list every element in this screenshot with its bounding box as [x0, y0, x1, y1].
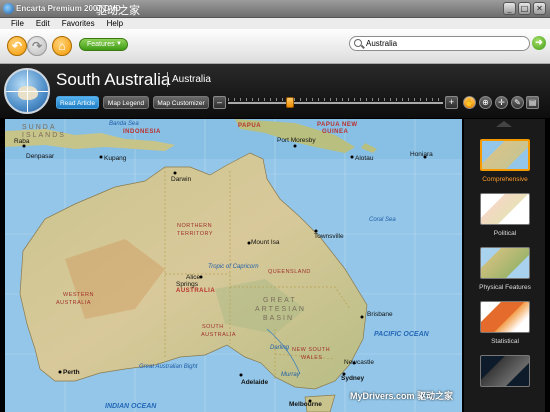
window-controls: _ □ ✕: [503, 2, 546, 15]
map-label: INDIAN OCEAN: [105, 403, 157, 410]
thumbnail: [480, 355, 530, 387]
map-label: NORTHERN: [177, 223, 213, 229]
layers-icon[interactable]: ▤: [526, 96, 539, 109]
map-label: TERRITORY: [177, 231, 214, 237]
zoom-ticks: [228, 98, 443, 101]
hand-icon[interactable]: ✋: [463, 96, 476, 109]
features-button[interactable]: Features ▼: [79, 38, 128, 51]
window-edge: [545, 119, 550, 412]
map-label: SUNDA: [22, 124, 57, 131]
minimize-button[interactable]: _: [503, 2, 516, 15]
map-label: Alice: [186, 274, 201, 281]
thumbnail: [480, 301, 530, 333]
map-label: GREAT: [263, 297, 297, 304]
map-label: AUSTRALIA: [201, 332, 237, 338]
tab-map-customizer[interactable]: Map Customizer: [153, 96, 209, 109]
watermark-text: 驱动之家: [96, 4, 140, 17]
map-label: Adelaide: [241, 379, 269, 386]
thumbnail: [480, 247, 530, 279]
map-label: Honiara: [410, 151, 433, 158]
globe-locator[interactable]: [4, 68, 50, 114]
page-subtitle[interactable]: Australia: [172, 74, 211, 85]
title-bar: Encarta Premium 2007 DVD 驱动之家 _ □ ✕: [0, 0, 550, 18]
map-view[interactable]: SUNDA ISLANDS Banda Sea INDONESIA PAPUA …: [5, 119, 462, 412]
scroll-up-icon[interactable]: [496, 121, 512, 127]
menu-bar: File Edit Favorites Help: [0, 18, 550, 29]
maximize-button[interactable]: □: [518, 2, 531, 15]
globe-crosshair-h: [6, 91, 48, 92]
go-button[interactable]: ➜: [532, 36, 546, 50]
zoom-in-button[interactable]: +: [445, 96, 458, 109]
title-divider: [167, 72, 168, 87]
map-label: SOUTH: [202, 324, 224, 330]
globe-crosshair-v: [27, 70, 28, 112]
map-label: INDONESIA: [123, 129, 161, 135]
card-label: Statistical: [491, 338, 519, 345]
tab-read-article[interactable]: Read Article: [56, 96, 99, 109]
map-label: Murray: [281, 372, 300, 378]
map-label: Springs: [176, 281, 199, 288]
map-label: Townsville: [314, 233, 344, 240]
chevron-down-icon: ▼: [116, 41, 122, 47]
card-label: Physical Features: [479, 284, 531, 291]
tab-map-legend[interactable]: Map Legend: [103, 96, 149, 109]
map-label: Brisbane: [367, 311, 393, 318]
map-label: Banda Sea: [109, 121, 139, 127]
search-icon: [354, 39, 362, 47]
back-arrow-icon[interactable]: ↶: [7, 36, 27, 56]
menu-file[interactable]: File: [11, 18, 24, 29]
map-label: Denpasar: [26, 153, 55, 160]
search-input[interactable]: Australia: [349, 36, 530, 51]
crosshair-icon[interactable]: ✛: [495, 96, 508, 109]
map-label: Mount Isa: [251, 239, 280, 246]
map-label: Raba: [14, 138, 30, 145]
forward-arrow-icon[interactable]: ↷: [27, 36, 47, 56]
map-label: WALES: [301, 355, 323, 361]
home-icon[interactable]: ⌂: [52, 36, 72, 56]
thumbnail: [480, 139, 530, 171]
card-label: Comprehensive: [482, 176, 528, 183]
map-label: Alotau: [355, 155, 374, 162]
map-label: ARTESIAN: [255, 306, 306, 313]
globe-land: [18, 86, 38, 100]
search-value: Australia: [366, 39, 398, 48]
map-label: Tropic of Capricorn: [208, 264, 259, 270]
page-title: South Australia: [56, 70, 171, 89]
map-label: QUEENSLAND: [268, 269, 311, 275]
thumbnail: [480, 193, 530, 225]
zoom-slider[interactable]: [228, 102, 443, 104]
watermark-text: MyDrivers.com 驱动之家: [350, 391, 454, 401]
features-label: Features: [87, 41, 115, 48]
map-label: PAPUA NEW: [317, 122, 358, 128]
map-label: AUSTRALIA: [56, 300, 92, 306]
menu-favorites[interactable]: Favorites: [62, 18, 95, 29]
close-button[interactable]: ✕: [533, 2, 546, 15]
map-label: PACIFIC OCEAN: [374, 331, 429, 338]
menu-help[interactable]: Help: [107, 18, 123, 29]
map-label: Great Australian Bight: [139, 364, 198, 370]
map-label: Melbourne: [289, 401, 322, 408]
map-label: BASIN: [263, 315, 295, 322]
card-label: Political: [493, 230, 517, 237]
zoom-out-button[interactable]: –: [213, 96, 226, 109]
menu-edit[interactable]: Edit: [36, 18, 50, 29]
pen-icon[interactable]: ✎: [511, 96, 524, 109]
map-label: PAPUA: [238, 123, 262, 129]
map-style-night[interactable]: [477, 352, 533, 412]
map-label: Darwin: [171, 176, 192, 183]
zoom-slider-thumb[interactable]: [286, 97, 294, 108]
map-label: Sydney: [341, 375, 365, 382]
map-label: Perth: [63, 369, 80, 376]
map-label: Kupang: [104, 155, 127, 162]
map-label: WESTERN: [63, 292, 94, 298]
map-label: Port Moresby: [277, 137, 316, 144]
app-icon: [3, 3, 14, 14]
map-label: NEW SOUTH: [292, 347, 331, 353]
map-label: GUINEA: [322, 129, 349, 135]
zoom-icon[interactable]: ⊕: [479, 96, 492, 109]
map-label: AUSTRALIA: [176, 288, 216, 294]
map-label: Coral Sea: [369, 217, 396, 223]
map-label: Darling: [270, 345, 290, 351]
map-label: Newcastle: [344, 359, 374, 366]
